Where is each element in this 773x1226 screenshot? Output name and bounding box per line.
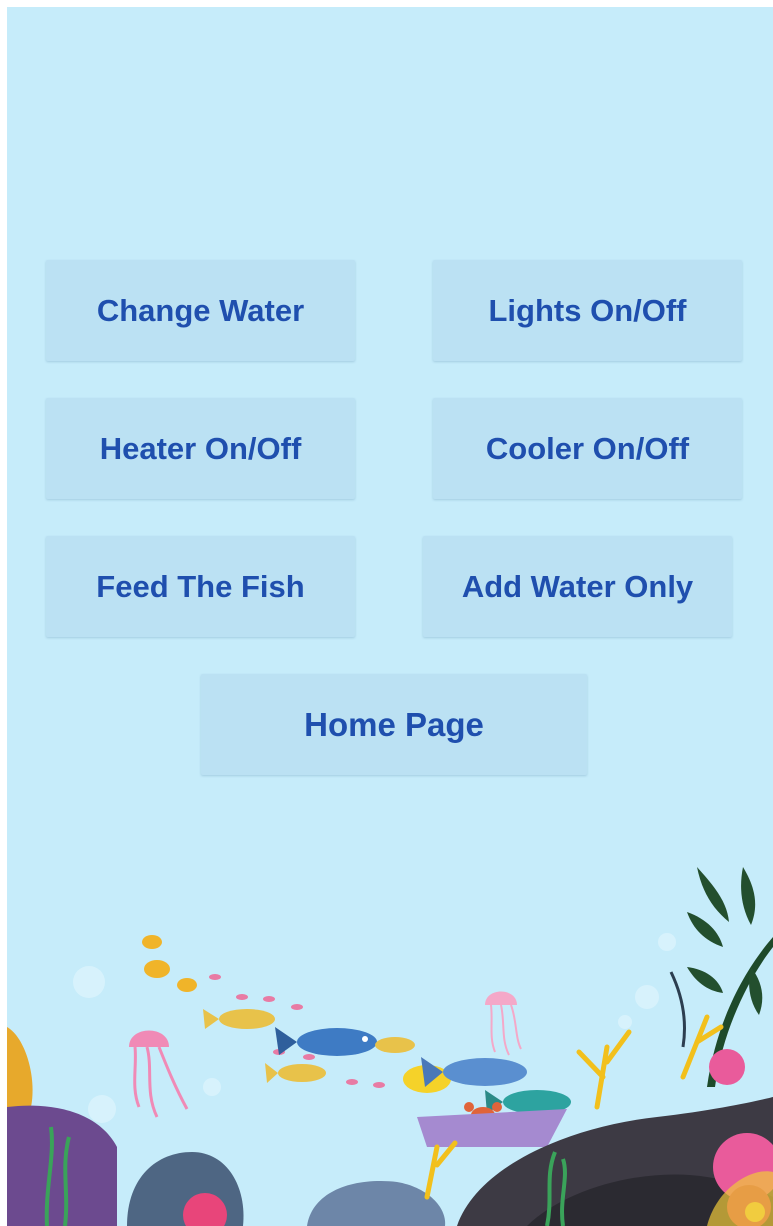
fish-icon <box>203 1009 275 1029</box>
feed-fish-button[interactable]: Feed The Fish <box>46 536 355 637</box>
add-water-only-button[interactable]: Add Water Only <box>423 536 732 637</box>
jellyfish-icon <box>129 1030 189 1118</box>
coral-reef-illustration <box>7 867 773 1226</box>
fish-icon <box>265 1063 326 1083</box>
jellyfish-icon <box>485 991 522 1056</box>
heater-toggle-button[interactable]: Heater On/Off <box>46 398 355 499</box>
feed-fish-label: Feed The Fish <box>96 568 305 604</box>
home-page-button[interactable]: Home Page <box>201 674 587 775</box>
lights-toggle-label: Lights On/Off <box>488 292 687 328</box>
app-screen: Change Water Lights On/Off Heater On/Off… <box>7 7 773 1226</box>
add-water-only-label: Add Water Only <box>461 568 694 604</box>
home-page-label: Home Page <box>304 705 484 743</box>
cooler-toggle-label: Cooler On/Off <box>485 430 690 466</box>
cooler-toggle-button[interactable]: Cooler On/Off <box>433 398 742 499</box>
fish-icon <box>375 1037 415 1053</box>
change-water-label: Change Water <box>96 292 305 328</box>
heater-toggle-label: Heater On/Off <box>99 430 302 466</box>
fish-icon <box>275 1027 377 1056</box>
change-water-button[interactable]: Change Water <box>46 260 355 361</box>
lights-toggle-button[interactable]: Lights On/Off <box>433 260 742 361</box>
